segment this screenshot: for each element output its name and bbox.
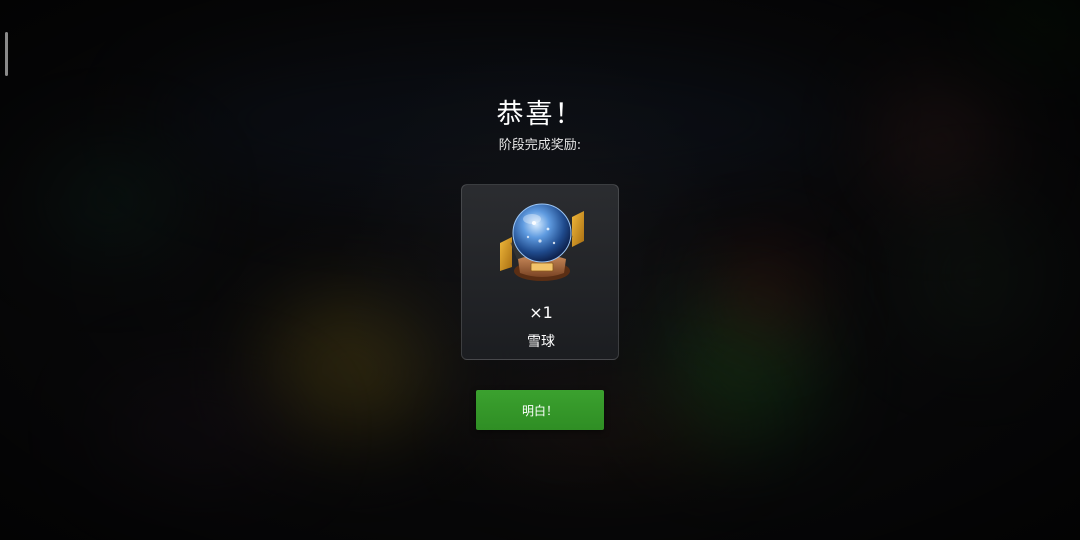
confirm-button[interactable]: 明白！ [476, 390, 604, 430]
side-handle[interactable] [5, 32, 8, 76]
reward-quantity: ×1 [529, 303, 553, 322]
reward-card: ×1 雪球 [461, 184, 619, 360]
reward-name: 雪球 [527, 334, 555, 350]
dialog-subtitle: 阶段完成奖励: [498, 138, 582, 153]
snow-globe-icon [500, 203, 584, 281]
game-screen: 恭喜！ 阶段完成奖励: ×1 雪球 明白！ [0, 0, 1080, 540]
dialog-title: 恭喜！ [496, 99, 584, 130]
